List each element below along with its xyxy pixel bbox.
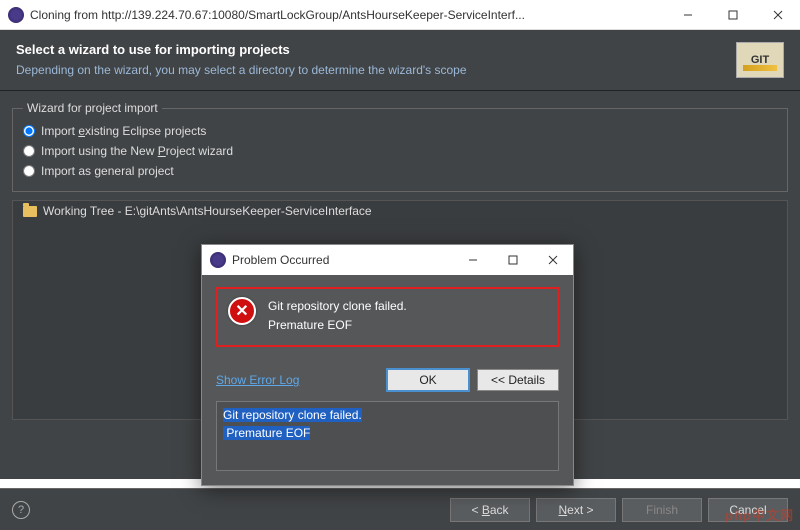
error-text: Git repository clone failed. Premature E…	[268, 297, 407, 335]
radio-existing-projects[interactable]: Import existing Eclipse projects	[23, 121, 777, 141]
error-line: Premature EOF	[268, 316, 407, 335]
import-wizard-fieldset: Wizard for project import Import existin…	[12, 101, 788, 192]
problem-occurred-dialog: Problem Occurred ✕ Git repository clone …	[201, 244, 574, 486]
banner-text: Select a wizard to use for importing pro…	[16, 42, 467, 77]
wizard-banner: Select a wizard to use for importing pro…	[0, 30, 800, 91]
finish-button[interactable]: Finish	[622, 498, 702, 522]
tree-item-working-tree[interactable]: Working Tree - E:\gitAnts\AntsHourseKeep…	[13, 201, 787, 221]
next-button[interactable]: Next >	[536, 498, 616, 522]
radio-input[interactable]	[23, 165, 35, 177]
eclipse-icon	[8, 7, 24, 23]
radio-label: Import as general project	[41, 164, 174, 178]
eclipse-icon	[210, 252, 226, 268]
error-icon: ✕	[228, 297, 256, 325]
git-logo-icon: GIT	[736, 42, 784, 78]
maximize-button[interactable]	[710, 0, 755, 30]
tree-item-label: Working Tree - E:\gitAnts\AntsHourseKeep…	[43, 204, 372, 218]
watermark-text: php中文网	[725, 505, 794, 524]
details-button[interactable]: << Details	[477, 369, 559, 391]
fieldset-legend: Wizard for project import	[23, 101, 162, 115]
dialog-titlebar: Problem Occurred	[202, 245, 573, 275]
radio-label: Import existing Eclipse projects	[41, 124, 206, 138]
dialog-minimize-button[interactable]	[453, 245, 493, 275]
details-text-area[interactable]: Git repository clone failed. Premature E…	[216, 401, 559, 471]
radio-general-project[interactable]: Import as general project	[23, 161, 777, 181]
radio-input[interactable]	[23, 145, 35, 157]
back-button[interactable]: < Back	[450, 498, 530, 522]
banner-subtext: Depending on the wizard, you may select …	[16, 63, 467, 77]
help-icon[interactable]: ?	[12, 501, 30, 519]
banner-heading: Select a wizard to use for importing pro…	[16, 42, 467, 57]
radio-input[interactable]	[23, 125, 35, 137]
close-button[interactable]	[755, 0, 800, 30]
error-message-box: ✕ Git repository clone failed. Premature…	[216, 287, 559, 347]
show-error-log-link[interactable]: Show Error Log	[216, 373, 299, 387]
dialog-body: ✕ Git repository clone failed. Premature…	[202, 275, 573, 359]
dialog-title: Problem Occurred	[232, 253, 453, 267]
radio-new-project-wizard[interactable]: Import using the New Project wizard	[23, 141, 777, 161]
dialog-actions: Show Error Log OK << Details	[202, 359, 573, 397]
details-selected-text: Git repository clone failed. Premature E…	[223, 408, 362, 440]
dialog-close-button[interactable]	[533, 245, 573, 275]
dialog-maximize-button[interactable]	[493, 245, 533, 275]
radio-label: Import using the New Project wizard	[41, 144, 233, 158]
ok-button[interactable]: OK	[387, 369, 469, 391]
error-line: Git repository clone failed.	[268, 297, 407, 316]
folder-icon	[23, 206, 37, 217]
window-titlebar: Cloning from http://139.224.70.67:10080/…	[0, 0, 800, 30]
window-title: Cloning from http://139.224.70.67:10080/…	[30, 8, 665, 22]
wizard-bottombar: ? < Back Next > Finish Cancel	[0, 488, 800, 530]
minimize-button[interactable]	[665, 0, 710, 30]
window-controls	[665, 0, 800, 30]
